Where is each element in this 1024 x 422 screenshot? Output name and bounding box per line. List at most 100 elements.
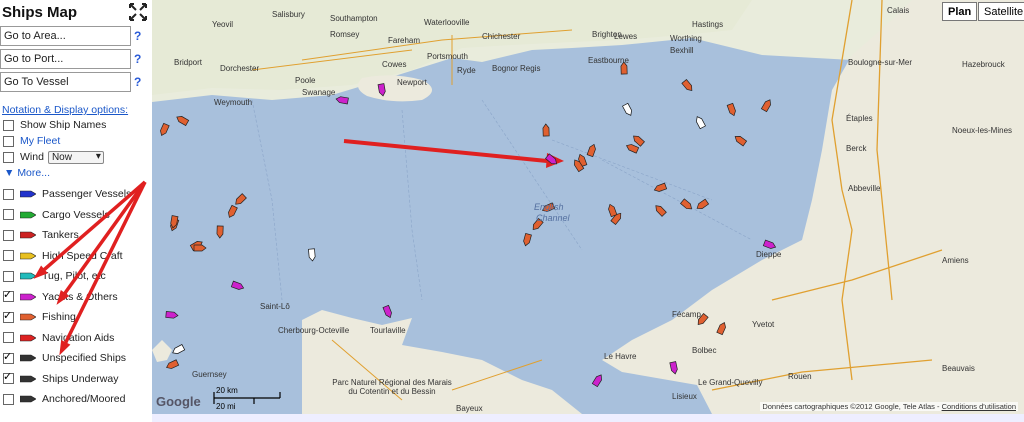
legend-label: High Speed Craft (42, 249, 123, 262)
legend-checkbox[interactable] (3, 188, 14, 200)
ship-marker[interactable] (695, 115, 706, 130)
legend-item[interactable]: Tankers (0, 227, 79, 243)
goto-port-input[interactable]: Go to Port... (0, 49, 131, 69)
wind-select[interactable]: Now (47, 150, 104, 164)
show-names-checkbox[interactable] (3, 119, 14, 131)
legend-label: Passenger Vessels (42, 188, 132, 200)
legend-item[interactable]: Passenger Vessels (0, 186, 131, 202)
ship-marker[interactable] (165, 311, 179, 319)
goto-vessel-input[interactable]: Go To Vessel (0, 72, 131, 92)
ship-marker[interactable] (681, 78, 694, 92)
legend-checkbox[interactable] (3, 309, 14, 323)
my-fleet-link[interactable]: My Fleet (20, 135, 60, 147)
legend-checkbox[interactable] (3, 250, 14, 261)
legend-item[interactable]: Anchored/Moored (0, 391, 125, 407)
ship-marker[interactable] (382, 304, 393, 319)
legend-item[interactable]: High Speed Craft (0, 248, 123, 264)
legend-checkbox[interactable] (3, 288, 14, 302)
help-icon[interactable]: ? (134, 75, 141, 89)
legend-label: Unspecified Ships (42, 352, 127, 364)
ship-marker[interactable] (216, 225, 224, 239)
ship-marker[interactable] (654, 204, 667, 217)
ship-marker[interactable] (625, 143, 640, 154)
place-label: Bexhill (670, 46, 694, 55)
ship-marker[interactable] (335, 96, 349, 105)
ship-marker[interactable] (230, 280, 245, 291)
legend-item[interactable]: Fishing (0, 309, 76, 325)
ship-marker[interactable] (733, 134, 748, 147)
ship-marker[interactable] (679, 198, 693, 211)
help-icon[interactable]: ? (134, 52, 141, 66)
ship-marker[interactable] (726, 102, 737, 117)
ship-marker[interactable] (586, 143, 597, 158)
place-label: Le Grand-Quevilly (698, 378, 763, 387)
more-toggle[interactable]: ▼ More... (4, 167, 50, 179)
place-label: Rouen (788, 372, 812, 381)
legend-checkbox[interactable] (3, 209, 14, 220)
place-label: Eastbourne (588, 56, 629, 65)
wind-checkbox[interactable] (3, 151, 14, 163)
place-label: Newport (397, 78, 427, 87)
ship-type-icon (20, 395, 36, 403)
legend-item[interactable]: Navigation Aids (0, 330, 114, 346)
legend-label: Tug, Pilot, etc (42, 270, 106, 282)
help-icon[interactable]: ? (134, 29, 141, 43)
ship-marker[interactable] (632, 134, 645, 147)
place-label: Poole (295, 76, 316, 85)
ship-marker[interactable] (175, 114, 190, 127)
legend-item[interactable]: Unspecified Ships (0, 350, 126, 366)
fullscreen-icon[interactable] (128, 2, 148, 22)
legend-item[interactable]: Yachts & Others (0, 288, 118, 305)
ship-marker[interactable] (622, 102, 634, 116)
satellite-button[interactable]: Satellite (978, 2, 1024, 21)
ship-marker[interactable] (542, 123, 550, 137)
legend-item[interactable]: Cargo Vessels (0, 207, 110, 223)
ship-marker[interactable] (653, 182, 668, 193)
legend-checkbox[interactable] (3, 229, 14, 241)
place-label: Étaples (846, 114, 873, 123)
legend-item[interactable]: Tug, Pilot, etc (0, 268, 106, 284)
ship-marker[interactable] (762, 239, 777, 250)
ship-marker[interactable] (227, 204, 238, 218)
ship-marker[interactable] (760, 98, 772, 113)
legend-label: Cargo Vessels (42, 208, 110, 221)
my-fleet-checkbox[interactable] (3, 135, 14, 147)
ship-marker[interactable] (523, 232, 532, 247)
ship-marker[interactable] (159, 122, 170, 137)
ship-marker[interactable] (695, 198, 710, 211)
copyright-text: Données cartographiques ©2012 Google, Te… (762, 402, 940, 411)
legend-checkbox[interactable] (3, 350, 14, 364)
ship-marker[interactable] (308, 248, 316, 262)
ship-type-icon (20, 354, 36, 362)
legend-item[interactable]: Ships Underway (0, 370, 118, 387)
plan-button[interactable]: Plan (942, 2, 978, 21)
ship-marker[interactable] (193, 244, 207, 252)
show-names-option[interactable]: Show Ship Names (0, 117, 106, 133)
ship-type-icon (20, 375, 36, 382)
terms-link[interactable]: Conditions d'utilisation (942, 402, 1016, 411)
notation-options-link[interactable]: Notation & Display options: (2, 104, 128, 116)
goto-area-input[interactable]: Go to Area... (0, 26, 131, 46)
place-label: Lisieux (672, 392, 697, 401)
ship-marker[interactable] (234, 193, 247, 207)
legend-label: Anchored/Moored (42, 393, 126, 405)
place-label: Bolbec (692, 346, 717, 355)
ship-marker[interactable] (171, 344, 186, 356)
place-label: Yeovil (212, 20, 234, 29)
place-label: Noeux-les-Mines (952, 126, 1013, 135)
wind-option[interactable]: Wind Now (0, 149, 104, 165)
ship-marker[interactable] (591, 373, 603, 388)
place-label: Cherbourg-Octeville (278, 326, 350, 335)
legend-checkbox[interactable] (3, 332, 14, 343)
my-fleet-option[interactable]: My Fleet (0, 133, 60, 149)
ship-map[interactable]: Southampton Waterlooville Chichester Bri… (152, 0, 1024, 414)
legend-checkbox[interactable] (3, 370, 14, 384)
legend-checkbox[interactable] (3, 393, 14, 405)
ship-type-icon (20, 252, 36, 259)
place-label: Boulogne-sur-Mer (848, 58, 913, 67)
place-label: Salisbury (272, 10, 305, 19)
ship-marker[interactable] (607, 203, 618, 218)
place-label: Portsmouth (427, 52, 468, 61)
ship-marker[interactable] (165, 359, 180, 371)
legend-checkbox[interactable] (3, 270, 14, 282)
